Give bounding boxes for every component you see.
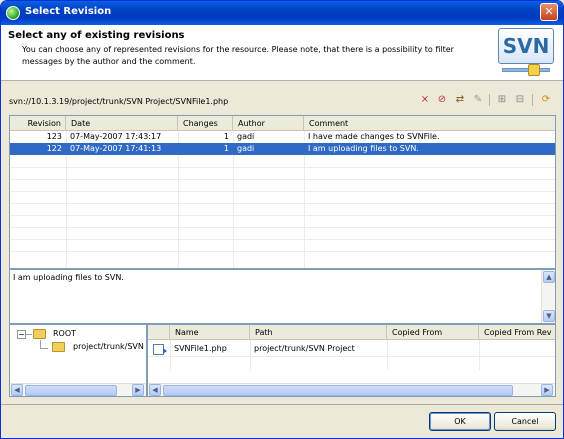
- grid-line: [10, 191, 555, 192]
- revisions-table[interactable]: Revision Date Changes Author Comment 123…: [9, 115, 556, 269]
- svn-logo: SVN: [498, 28, 556, 78]
- collapse-icon[interactable]: −: [17, 330, 26, 339]
- column-header-author[interactable]: Author: [233, 116, 304, 131]
- cell-revision: 123: [46, 132, 62, 141]
- scroll-left-icon[interactable]: ◀: [11, 384, 23, 396]
- cell-file-path: project/trunk/SVN Project: [254, 344, 355, 353]
- edit-icon[interactable]: ✎: [471, 93, 485, 107]
- table-row[interactable]: SVNFile1.php project/trunk/SVN Project: [148, 342, 555, 356]
- compare-icon[interactable]: ⇄: [453, 93, 467, 107]
- close-icon: ✕: [544, 5, 554, 18]
- cell-changes: 1: [223, 144, 229, 153]
- column-header-date[interactable]: Date: [66, 116, 178, 131]
- close-button[interactable]: ✕: [540, 3, 558, 21]
- cell-date: 07-May-2007 17:41:13: [70, 144, 162, 153]
- column-header-path[interactable]: Path: [250, 325, 387, 340]
- svn-logo-text: SVN: [498, 28, 554, 64]
- scroll-right-icon[interactable]: ▶: [541, 384, 553, 396]
- folder-icon: [33, 329, 46, 339]
- cancel-button[interactable]: Cancel: [494, 412, 556, 431]
- changed-files-table[interactable]: Name Path Copied From Copied From Rev SV…: [147, 324, 556, 397]
- column-header-comment[interactable]: Comment: [304, 116, 555, 131]
- grid-line: [10, 167, 555, 168]
- tree-line: [40, 340, 41, 348]
- table-row-selected[interactable]: 122 07-May-2007 17:41:13 1 gadi I am upl…: [10, 143, 555, 155]
- cell-copied-from-rev: [479, 342, 555, 354]
- cell-author: gadi: [237, 132, 255, 141]
- filter-icon[interactable]: ⨯: [418, 93, 432, 107]
- grid-line: [148, 356, 555, 357]
- comment-view[interactable]: I am uploading files to SVN. ▲ ▼: [9, 269, 556, 324]
- ok-button[interactable]: OK: [429, 412, 491, 431]
- refresh-icon[interactable]: ⟳: [539, 93, 553, 107]
- clear-filter-icon[interactable]: ⊘: [435, 93, 449, 107]
- cell-comment: I have made changes to SVNFile.: [308, 132, 440, 141]
- comment-text: I am uploading files to SVN.: [13, 273, 124, 282]
- expand-icon[interactable]: ⊞: [495, 93, 509, 107]
- cell-changes: 1: [223, 132, 229, 141]
- scroll-left-icon[interactable]: ◀: [149, 384, 161, 396]
- table-row[interactable]: 123 07-May-2007 17:43:17 1 gadi I have m…: [10, 131, 555, 143]
- footer-divider: [1, 404, 563, 405]
- grid-line: [10, 203, 555, 204]
- header-description: You can choose any of represented revisi…: [22, 45, 454, 66]
- scroll-right-icon[interactable]: ▶: [132, 384, 144, 396]
- tree-hscrollbar[interactable]: ◀ ▶: [10, 383, 146, 396]
- window-title: Select Revision: [25, 6, 112, 17]
- tree-node-root[interactable]: ROOT: [53, 329, 76, 338]
- grid-line: [10, 239, 555, 240]
- app-icon: [6, 6, 20, 20]
- column-header-name[interactable]: Name: [170, 325, 250, 340]
- title-bar[interactable]: Select Revision ✕: [1, 1, 563, 25]
- column-header-copied-from-rev[interactable]: Copied From Rev: [479, 325, 555, 340]
- collapse-icon[interactable]: ⊟: [513, 93, 527, 107]
- scroll-up-icon[interactable]: ▲: [543, 271, 555, 283]
- scroll-thumb[interactable]: [163, 385, 513, 396]
- files-hscrollbar[interactable]: ◀ ▶: [148, 383, 555, 396]
- column-header-revision[interactable]: Revision: [10, 116, 66, 131]
- scroll-thumb[interactable]: [25, 385, 117, 396]
- comment-scrollbar[interactable]: ▲ ▼: [541, 270, 555, 323]
- grid-line: [10, 179, 555, 180]
- folder-tree[interactable]: − ROOT project/trunk/SVN ◀ ▶: [9, 324, 147, 397]
- php-file-icon: [153, 344, 167, 355]
- column-header-copied-from[interactable]: Copied From: [387, 325, 479, 340]
- header-title: Select any of existing revisions: [8, 30, 185, 41]
- cell-revision: 122: [46, 144, 62, 153]
- select-revision-dialog: Select Revision ✕ Select any of existing…: [0, 0, 564, 439]
- cell-comment: I am uploading files to SVN.: [308, 144, 419, 153]
- grid-line: [10, 227, 555, 228]
- tree-line: [40, 348, 48, 349]
- toolbar-separator: [489, 94, 490, 106]
- grid-line: [10, 215, 555, 216]
- toolbar-separator: [532, 94, 533, 106]
- cell-date: 07-May-2007 17:43:17: [70, 132, 162, 141]
- resource-path: svn://10.1.3.19/project/trunk/SVN Projec…: [9, 97, 229, 106]
- folder-open-icon: [52, 342, 65, 352]
- column-header-icon: [148, 325, 170, 340]
- tree-node-project[interactable]: project/trunk/SVN: [73, 342, 144, 351]
- cell-copied-from: [387, 342, 479, 354]
- grid-line: [10, 251, 555, 252]
- tree-line: [26, 334, 32, 335]
- column-header-changes[interactable]: Changes: [178, 116, 233, 131]
- cell-author: gadi: [237, 144, 255, 153]
- cell-file-name: SVNFile1.php: [174, 344, 227, 353]
- svn-logo-knob: [528, 64, 540, 76]
- dialog-header: Select any of existing revisions You can…: [1, 25, 563, 81]
- scroll-down-icon[interactable]: ▼: [543, 310, 555, 322]
- svn-logo-bar: [502, 68, 550, 72]
